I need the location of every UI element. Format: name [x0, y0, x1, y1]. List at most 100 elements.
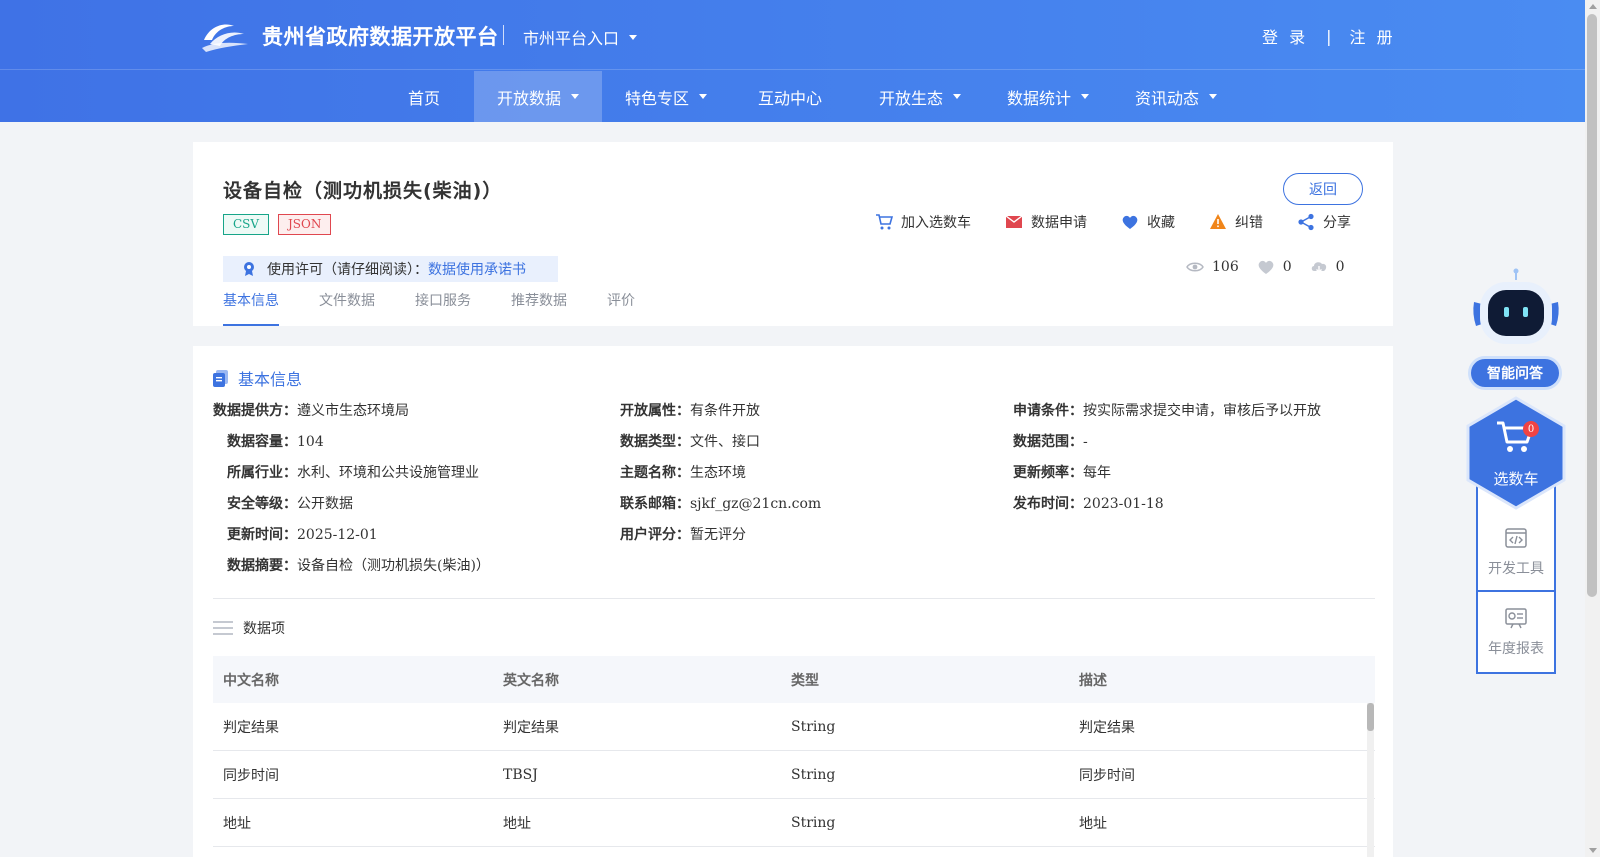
- platform-logo[interactable]: [200, 18, 250, 52]
- detail-tabs: 基本信息 文件数据 接口服务 推荐数据 评价: [223, 290, 675, 326]
- site-title[interactable]: 贵州省政府数据开放平台: [262, 21, 499, 51]
- column-header-description: 描述: [1079, 672, 1107, 689]
- license-agreement-link[interactable]: 数据使用承诺书: [428, 259, 526, 279]
- nav-open-ecosystem[interactable]: 开放生态: [856, 71, 984, 122]
- nav-special-zone-label: 特色专区: [624, 88, 689, 108]
- annual-report-button[interactable]: 年度报表: [1478, 606, 1554, 658]
- add-to-cart-label: 加入选数车: [901, 215, 971, 231]
- field-user-rating: 用户评分：暂无评分: [620, 527, 746, 543]
- field-apply-condition: 申请条件：按实际需求提交申请，审核后予以开放: [1013, 403, 1321, 419]
- mail-icon: [1005, 215, 1023, 228]
- tab-basic-info[interactable]: 基本信息: [223, 290, 279, 326]
- table-scrollbar-thumb[interactable]: [1367, 703, 1374, 731]
- data-request-action[interactable]: 数据申请: [1005, 212, 1087, 232]
- cell-description: 地址: [1079, 815, 1107, 832]
- basic-info-heading: 基本信息: [213, 366, 302, 390]
- scroll-up-arrow-icon[interactable]: [1589, 4, 1597, 9]
- city-platform-label: 市州平台入口: [523, 29, 620, 48]
- cart-hexagon-background: [1466, 396, 1566, 510]
- column-header-type: 类型: [791, 672, 819, 689]
- data-cart-button[interactable]: 0 选数车: [1466, 396, 1566, 510]
- cart-count-badge: 0: [1523, 421, 1539, 437]
- back-button[interactable]: 返回: [1283, 173, 1363, 205]
- nav-news[interactable]: 资讯动态: [1112, 71, 1240, 122]
- likes-count: 0: [1282, 259, 1292, 275]
- share-icon: [1298, 213, 1314, 231]
- heart-icon: [1122, 215, 1138, 229]
- cloud-download-icon: [1311, 262, 1326, 273]
- eye-icon: [1186, 262, 1204, 272]
- report-error-action[interactable]: 纠错: [1209, 212, 1263, 232]
- robot-assistant-icon[interactable]: [1468, 268, 1564, 348]
- tab-api-service[interactable]: 接口服务: [415, 290, 471, 326]
- column-header-english-name: 英文名称: [503, 672, 559, 689]
- basic-info-card: 基本信息 数据提供方：遵义市生态环境局 数据容量：104 所属行业：水利、环境和…: [193, 346, 1393, 857]
- register-link[interactable]: 注 册: [1349, 24, 1395, 48]
- section-divider: [213, 598, 1375, 599]
- dataset-title-card: 设备自检（测功机损失(柴油)） CSV JSON 返回 加入选数车 数据申请 收…: [193, 142, 1393, 326]
- likes-stat: 0: [1257, 259, 1292, 275]
- field-contact-email: 联系邮箱：sjkf_gz@21cn.com: [620, 496, 822, 512]
- page-scrollbar-thumb[interactable]: [1587, 14, 1597, 597]
- tool-divider: [1478, 590, 1554, 592]
- tab-recommended-data[interactable]: 推荐数据: [511, 290, 567, 326]
- basic-info-title: 基本信息: [238, 370, 303, 389]
- list-lines-icon: [213, 621, 233, 635]
- nav-open-data-label: 开放数据: [496, 88, 561, 108]
- data-request-label: 数据申请: [1031, 215, 1087, 231]
- cart-icon: [876, 214, 893, 230]
- document-icon: [213, 369, 228, 387]
- license-label: 使用许可（请仔细阅读）：: [267, 262, 428, 278]
- cell-type: String: [791, 766, 836, 783]
- nav-special-zone[interactable]: 特色专区: [602, 71, 730, 122]
- scroll-down-arrow-icon[interactable]: [1589, 848, 1597, 853]
- license-notice: 使用许可（请仔细阅读）： 数据使用承诺书: [223, 256, 558, 282]
- downloads-count: 0: [1335, 259, 1345, 275]
- dev-tools-label: 开发工具: [1488, 561, 1544, 577]
- auth-links: 登 录 | 注 册: [1262, 24, 1396, 48]
- award-ribbon-icon: [244, 262, 254, 276]
- code-icon: [1505, 528, 1527, 548]
- format-tag-json: JSON: [278, 214, 332, 235]
- nav-home-label: 首页: [407, 88, 440, 108]
- report-error-label: 纠错: [1235, 215, 1263, 231]
- field-open-attribute: 开放属性：有条件开放: [620, 403, 760, 419]
- cell-english-name: 地址: [503, 815, 531, 832]
- dataset-actions: 加入选数车 数据申请 收藏 纠错 分享: [875, 212, 1351, 232]
- ai-qa-button[interactable]: 智能问答: [1468, 356, 1562, 390]
- report-board-icon: [1505, 608, 1527, 629]
- field-data-range: 数据范围：-: [1013, 434, 1088, 450]
- city-platform-dropdown[interactable]: 市州平台入口: [523, 25, 638, 49]
- nav-home[interactable]: 首页: [382, 71, 466, 122]
- share-action[interactable]: 分享: [1297, 212, 1351, 232]
- favorite-label: 收藏: [1147, 215, 1175, 231]
- caret-down-icon: [629, 34, 638, 40]
- tab-file-data[interactable]: 文件数据: [319, 290, 375, 326]
- field-update-frequency: 更新频率：每年: [1013, 465, 1111, 481]
- dev-tools-button[interactable]: 开发工具: [1478, 526, 1554, 578]
- format-tag-csv: CSV: [223, 214, 270, 235]
- nav-news-label: 资讯动态: [1134, 88, 1199, 108]
- field-topic: 主题名称：生态环境: [620, 465, 746, 481]
- add-to-cart-action[interactable]: 加入选数车: [875, 212, 971, 232]
- nav-interaction-center-label: 互动中心: [757, 88, 822, 108]
- nav-open-ecosystem-label: 开放生态: [878, 88, 943, 108]
- nav-data-statistics[interactable]: 数据统计: [984, 71, 1112, 122]
- cell-chinese-name: 地址: [223, 815, 251, 832]
- login-link[interactable]: 登 录: [1262, 24, 1308, 48]
- table-row: 同步时间 TBSJ String 同步时间: [213, 751, 1375, 799]
- column-header-chinese-name: 中文名称: [223, 672, 279, 689]
- nav-interaction-center[interactable]: 互动中心: [740, 71, 840, 122]
- auth-separator: |: [1326, 26, 1332, 46]
- caret-down-icon: [1081, 94, 1089, 99]
- top-header: 贵州省政府数据开放平台 市州平台入口 登 录 | 注 册 首页 开放数据 特色专…: [0, 0, 1600, 122]
- caret-down-icon: [699, 94, 707, 99]
- annual-report-label: 年度报表: [1488, 641, 1544, 657]
- favorite-action[interactable]: 收藏: [1121, 212, 1175, 232]
- nav-open-data[interactable]: 开放数据: [474, 71, 602, 122]
- caret-down-icon: [1209, 94, 1217, 99]
- tab-reviews[interactable]: 评价: [607, 290, 635, 326]
- cell-english-name: TBSJ: [503, 766, 538, 783]
- heart-icon: [1258, 260, 1274, 274]
- data-items-title: 数据项: [243, 621, 285, 637]
